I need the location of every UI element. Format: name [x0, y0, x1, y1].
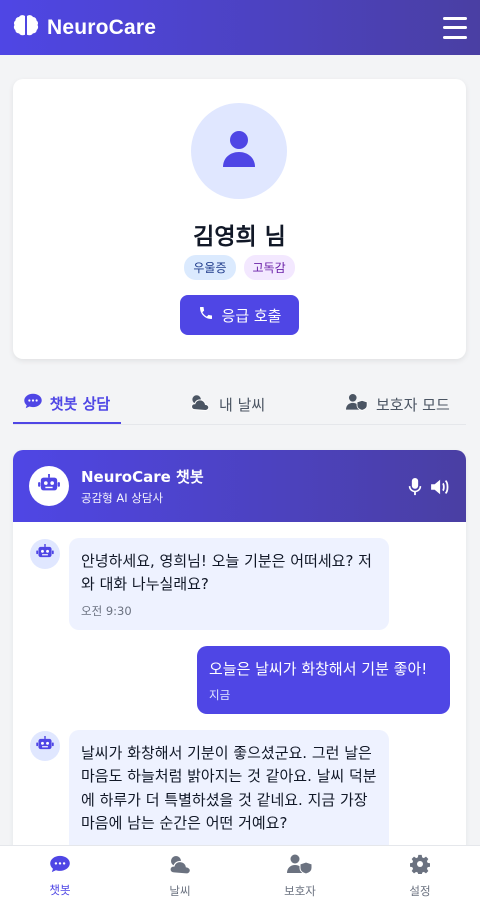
chat-title: NeuroCare 챗봇 [81, 468, 204, 486]
message-text: 안녕하세요, 영희님! 오늘 기분은 어떠세요? 저와 대화 나누실래요? [81, 552, 372, 594]
nav-chatbot-label: 챗봇 [49, 882, 71, 897]
user-icon [222, 130, 256, 172]
nav-weather-label: 날씨 [169, 883, 191, 898]
phone-icon [198, 305, 214, 325]
gear-icon [409, 854, 431, 877]
tag-depression: 우울증 [184, 255, 236, 280]
robot-icon [36, 736, 54, 756]
message-time: 오전 9:30 [81, 603, 132, 618]
nav-settings[interactable]: 설정 [360, 846, 480, 906]
chat-header: NeuroCare 챗봇 공감형 AI 상담사 [13, 450, 466, 522]
message-text: 날씨가 화창해서 기분이 좋으셨군요. 그런 날은 마음도 하늘처럼 밝아지는 … [81, 744, 377, 832]
nav-weather[interactable]: 날씨 [120, 846, 240, 906]
nav-chatbot[interactable]: 챗봇 [0, 846, 120, 906]
speaker-icon[interactable] [430, 478, 452, 500]
condition-tags: 우울증 고독감 [13, 255, 466, 280]
chat-icon [50, 855, 70, 876]
tab-guardian[interactable]: 보호자 모드 [346, 384, 450, 424]
message-bubble-bot: 안녕하세요, 영희님! 오늘 기분은 어떠세요? 저와 대화 나누실래요? 오전… [69, 538, 389, 630]
robot-icon [36, 544, 54, 564]
weather-icon [167, 854, 193, 877]
robot-icon [38, 474, 60, 498]
nav-settings-label: 설정 [409, 883, 431, 898]
bottom-nav: 챗봇 날씨 보호자 설정 [0, 845, 480, 906]
emergency-call-label: 응급 호출 [221, 306, 282, 325]
chat-icon [24, 393, 42, 413]
app-header: NeuroCare [0, 0, 480, 55]
nav-guardian[interactable]: 보호자 [240, 846, 360, 906]
message-bubble-user: 오늘은 날씨가 화창해서 기분 좋아! 지금 [197, 646, 450, 714]
profile-card: 김영희 님 우울증 고독감 응급 호출 [13, 79, 466, 359]
tab-weather-label: 내 날씨 [219, 395, 266, 414]
emergency-call-button[interactable]: 응급 호출 [180, 295, 299, 335]
chat-subtitle: 공감형 AI 상담사 [81, 491, 164, 505]
avatar [191, 103, 287, 199]
message-time: 지금 [209, 688, 231, 703]
profile-name: 김영희 님 [193, 224, 286, 250]
guardian-icon [287, 854, 313, 877]
tab-bar: 챗봇 상담 내 날씨 보호자 모드 [13, 384, 466, 425]
message-bot-avatar [30, 731, 60, 761]
message-text: 오늘은 날씨가 화창해서 기분 좋아! [209, 660, 428, 678]
tag-loneliness: 고독감 [243, 255, 295, 280]
message-bot-avatar [30, 539, 60, 569]
app-title: NeuroCare [47, 15, 157, 39]
chatbot-avatar [29, 466, 69, 506]
microphone-icon[interactable] [408, 478, 422, 500]
tab-weather[interactable]: 내 날씨 [189, 384, 265, 424]
weather-icon [189, 393, 211, 415]
tab-chatbot-label: 챗봇 상담 [49, 394, 111, 413]
chat-panel: NeuroCare 챗봇 공감형 AI 상담사 안녕하세요, 영희님! 오늘 기… [13, 450, 466, 870]
menu-icon[interactable] [443, 16, 467, 39]
nav-guardian-label: 보호자 [284, 883, 316, 898]
guardian-icon [346, 393, 368, 415]
tab-chatbot[interactable]: 챗봇 상담 [13, 384, 121, 424]
brand[interactable]: NeuroCare [13, 14, 156, 42]
brain-icon [13, 14, 39, 42]
tab-guardian-label: 보호자 모드 [376, 395, 450, 414]
